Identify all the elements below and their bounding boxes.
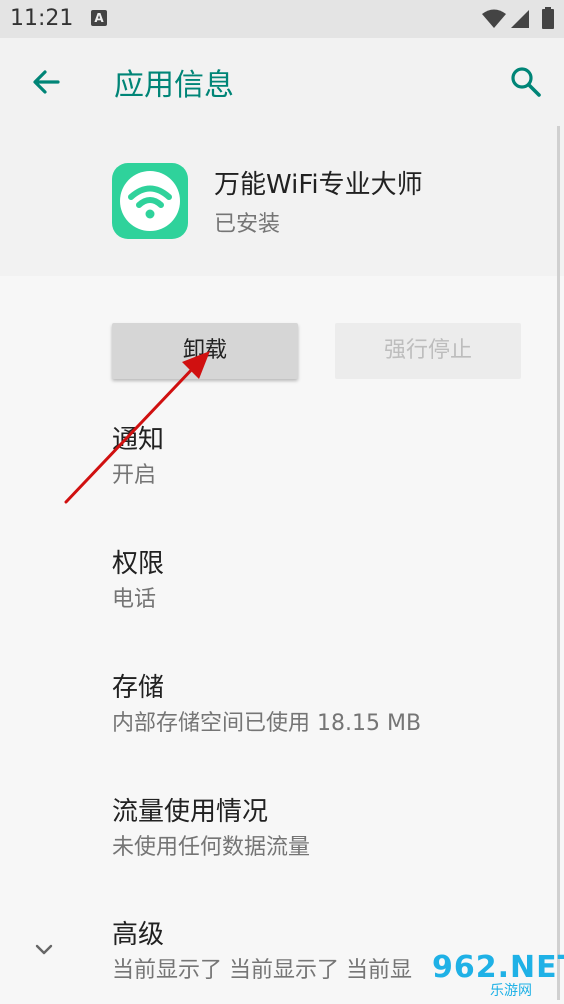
chevron-down-icon[interactable] (34, 940, 54, 960)
notification-a-icon: A (91, 10, 107, 26)
list-item-permissions[interactable]: 权限 电话 (112, 546, 164, 616)
item-title: 权限 (112, 549, 165, 579)
scrollbar[interactable] (557, 126, 560, 1000)
item-title: 通知 (112, 425, 165, 455)
item-subtitle: 开启 (112, 463, 157, 488)
list-item-notifications[interactable]: 通知 开启 (112, 422, 164, 492)
battery-icon (542, 7, 554, 29)
wifi-app-icon (112, 163, 188, 239)
item-subtitle: 未使用任何数据流量 (112, 835, 311, 860)
app-toolbar: 应用信息 (0, 38, 564, 126)
item-subtitle: 电话 (112, 587, 157, 612)
list-item-data-usage[interactable]: 流量使用情况 未使用任何数据流量 (112, 794, 310, 864)
list-item-advanced[interactable]: 高级 当前显示了 当前显示了 当前显 (112, 917, 412, 987)
force-stop-button[interactable]: 强行停止 (335, 323, 521, 379)
item-title: 流量使用情况 (112, 797, 269, 827)
back-arrow-icon[interactable] (28, 64, 64, 100)
status-bar: 11:21 A (0, 0, 564, 38)
signal-icon (511, 10, 529, 28)
item-subtitle: 内部存储空间已使用 18.15 MB (112, 711, 422, 736)
app-install-status: 已安装 (214, 212, 281, 237)
app-header: 万能WiFi专业大师 已安装 (0, 126, 564, 276)
item-subtitle: 当前显示了 当前显示了 当前显 (112, 958, 412, 983)
item-title: 存储 (112, 673, 165, 703)
search-icon[interactable] (508, 64, 544, 100)
list-item-storage[interactable]: 存储 内部存储空间已使用 18.15 MB (112, 670, 421, 740)
watermark-logo: 962.NET 乐游网 (432, 950, 564, 1000)
watermark-subtext: 乐游网 (490, 983, 532, 999)
page-title: 应用信息 (114, 68, 234, 103)
status-time: 11:21 (10, 6, 74, 31)
uninstall-button[interactable]: 卸载 (112, 323, 298, 379)
item-title: 高级 (112, 920, 165, 950)
wifi-status-icon (482, 9, 506, 28)
app-name: 万能WiFi专业大师 (214, 170, 423, 200)
app-info-body: 卸载 强行停止 通知 开启 权限 电话 存储 内部存储空间已使用 18.15 M… (0, 276, 564, 1004)
